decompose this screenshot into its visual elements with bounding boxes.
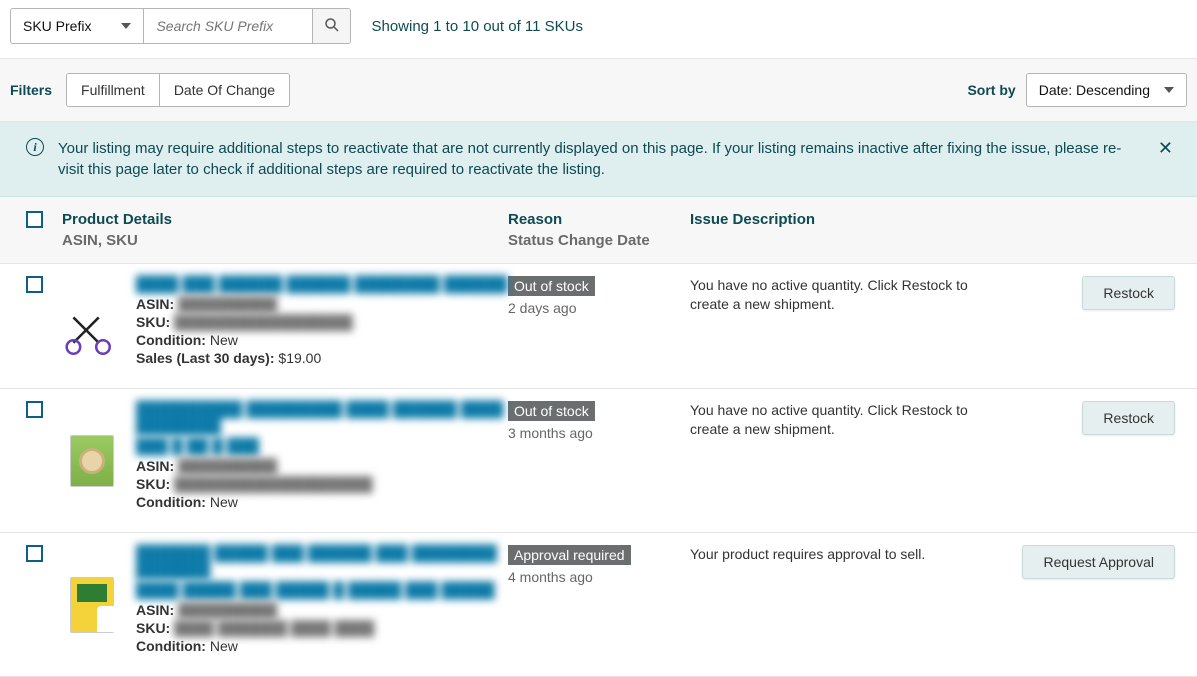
product-title-link[interactable]: ████ ███ ██████ ██████ ████████ ██████: [136, 276, 508, 293]
header-product-details: Product Details: [62, 211, 508, 228]
filter-button-group: Fulfillment Date Of Change: [66, 73, 290, 107]
search-filter-label: SKU Prefix: [23, 18, 91, 34]
row-action-col: Restock: [1000, 276, 1187, 310]
condition-label: Condition:: [136, 494, 206, 510]
status-badge: Out of stock: [508, 276, 595, 296]
filter-date-of-change-button[interactable]: Date Of Change: [159, 74, 289, 106]
header-product-col: Product Details ASIN, SKU: [58, 211, 508, 249]
condition-value: New: [210, 332, 238, 348]
header-reason-col: Reason Status Change Date: [508, 211, 690, 249]
product-thumbnail: [62, 306, 122, 366]
search-filter-dropdown[interactable]: SKU Prefix: [11, 9, 144, 43]
chevron-down-icon: [121, 23, 131, 29]
restock-button[interactable]: Restock: [1082, 276, 1175, 310]
product-title-link[interactable]: ███████ █████ ███ ██████ ███ ████████ ██…: [136, 545, 508, 579]
asin-value: ██████████: [178, 602, 277, 618]
status-badge: Out of stock: [508, 401, 595, 421]
issue-description: Your product requires approval to sell.: [690, 545, 1000, 564]
top-bar: SKU Prefix Showing 1 to 10 out of 11 SKU…: [0, 0, 1197, 59]
row-action-col: Request Approval: [1000, 545, 1187, 579]
issue-description: You have no active quantity. Click Resto…: [690, 401, 1000, 439]
sort-value: Date: Descending: [1039, 82, 1150, 98]
row-checkbox[interactable]: [26, 276, 43, 293]
sales-label: Sales (Last 30 days):: [136, 350, 275, 366]
row-action-col: Restock: [1000, 401, 1187, 435]
product-thumbnail: [62, 431, 122, 491]
search-icon: [323, 16, 341, 37]
sku-label: SKU:: [136, 314, 170, 330]
sku-value: ████████████████████: [174, 476, 372, 492]
row-issue-col: You have no active quantity. Click Resto…: [690, 401, 1000, 439]
row-reason-col: Out of stock 3 months ago: [508, 401, 690, 441]
row-reason-col: Approval required 4 months ago: [508, 545, 690, 585]
restock-button[interactable]: Restock: [1082, 401, 1175, 435]
status-badge: Approval required: [508, 545, 631, 565]
condition-value: New: [210, 494, 238, 510]
row-checkbox-col: [10, 276, 58, 293]
status-date: 4 months ago: [508, 569, 690, 585]
row-product-col: ███████ █████ ███ ██████ ███ ████████ ██…: [58, 545, 508, 654]
sku-value: ████ ███████ ████ ████: [174, 620, 374, 636]
table-header: Product Details ASIN, SKU Reason Status …: [0, 197, 1197, 264]
sku-label: SKU:: [136, 620, 170, 636]
status-date: 2 days ago: [508, 300, 690, 316]
product-thumbnail: [62, 575, 122, 635]
row-issue-col: You have no active quantity. Click Resto…: [690, 276, 1000, 314]
row-checkbox-col: [10, 401, 58, 418]
asin-value: ██████████: [178, 458, 277, 474]
row-checkbox[interactable]: [26, 545, 43, 562]
table-row: ████ ███ ██████ ██████ ████████ ██████ A…: [0, 264, 1197, 389]
info-banner-text: Your listing may require additional step…: [58, 138, 1140, 180]
search-input[interactable]: [144, 9, 312, 43]
sort-right: Sort by Date: Descending: [967, 73, 1187, 107]
status-date: 3 months ago: [508, 425, 690, 441]
product-title-link-line2[interactable]: ███ █ ██ █ ███: [136, 438, 508, 455]
asin-label: ASIN:: [136, 296, 174, 312]
sort-dropdown[interactable]: Date: Descending: [1026, 73, 1187, 107]
asin-label: ASIN:: [136, 458, 174, 474]
row-product-col: ██████████ █████████ ████ ██████ ████ ██…: [58, 401, 508, 510]
result-count: Showing 1 to 10 out of 11 SKUs: [371, 18, 583, 35]
product-title-link[interactable]: ██████████ █████████ ████ ██████ ████ ██…: [136, 401, 508, 435]
select-all-checkbox[interactable]: [26, 211, 43, 228]
chevron-down-icon: [1164, 87, 1174, 93]
table-row: ██████████ █████████ ████ ██████ ████ ██…: [0, 389, 1197, 533]
request-approval-button[interactable]: Request Approval: [1022, 545, 1175, 579]
filter-fulfillment-button[interactable]: Fulfillment: [67, 74, 159, 106]
row-issue-col: Your product requires approval to sell.: [690, 545, 1000, 564]
filters-label: Filters: [10, 82, 52, 98]
close-icon[interactable]: ✕: [1154, 138, 1177, 159]
filter-bar: Filters Fulfillment Date Of Change Sort …: [0, 59, 1197, 122]
sku-label: SKU:: [136, 476, 170, 492]
condition-label: Condition:: [136, 332, 206, 348]
header-checkbox-col: [10, 211, 58, 228]
row-checkbox[interactable]: [26, 401, 43, 418]
info-banner: i Your listing may require additional st…: [0, 122, 1197, 197]
issue-description: You have no active quantity. Click Resto…: [690, 276, 1000, 314]
table-row: ███████ █████ ███ ██████ ███ ████████ ██…: [0, 533, 1197, 677]
header-issue-description: Issue Description: [690, 211, 1000, 228]
asin-value: ██████████: [178, 296, 277, 312]
header-status-change-date: Status Change Date: [508, 232, 690, 249]
row-checkbox-col: [10, 545, 58, 562]
row-reason-col: Out of stock 2 days ago: [508, 276, 690, 316]
info-icon: i: [26, 138, 44, 156]
product-title-link-line2[interactable]: ████ █████ ███ █████ █ █████ ███ █████: [136, 582, 508, 599]
asin-label: ASIN:: [136, 602, 174, 618]
header-asin-sku: ASIN, SKU: [62, 232, 508, 249]
header-reason: Reason: [508, 211, 690, 228]
sales-value: $19.00: [278, 350, 321, 366]
row-product-col: ████ ███ ██████ ██████ ████████ ██████ A…: [58, 276, 508, 366]
search-group: SKU Prefix: [10, 8, 351, 44]
search-button[interactable]: [312, 9, 350, 43]
sort-label: Sort by: [967, 82, 1015, 98]
header-issue-col: Issue Description: [690, 211, 1000, 228]
filter-left: Filters Fulfillment Date Of Change: [10, 73, 290, 107]
sku-value: ██████████████████: [174, 314, 353, 330]
